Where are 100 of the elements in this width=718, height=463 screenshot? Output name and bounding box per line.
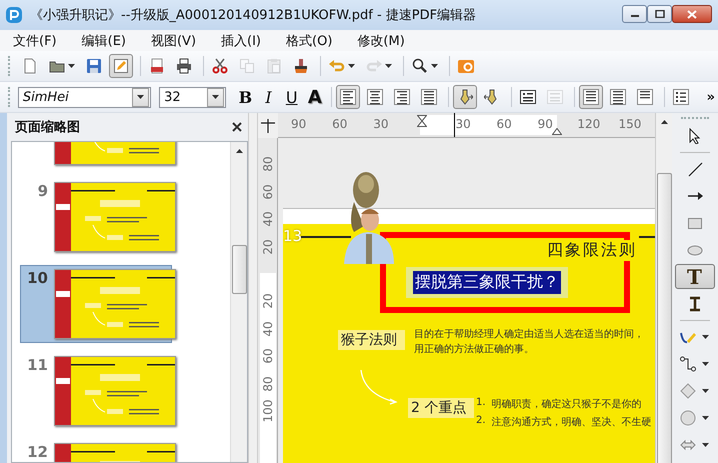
ruler-number: 30: [454, 117, 472, 131]
overflow-button[interactable]: »: [704, 88, 718, 106]
menu-item[interactable]: 修改(M): [351, 32, 412, 50]
bullet-list-icon: [672, 89, 689, 105]
line-icon: [686, 160, 702, 176]
ruler-number: 20: [261, 292, 275, 312]
paragraph-icon: [582, 89, 599, 105]
list-marker: 2.: [476, 415, 486, 428]
paragraph-icon: [610, 89, 626, 105]
curved-arrow: [359, 370, 399, 406]
magnifier-icon: [412, 58, 428, 74]
ruler-number: 60: [261, 183, 275, 202]
scroll-thumb[interactable]: [657, 173, 672, 463]
maximize-icon: [654, 10, 664, 18]
align-right-icon: [394, 89, 410, 105]
pencil-icon: [113, 58, 129, 74]
caret-icon: [431, 64, 438, 68]
scroll-thumb[interactable]: [232, 245, 247, 294]
menu-item[interactable]: 插入(I): [215, 32, 268, 50]
circle-icon: [680, 410, 696, 426]
redo-icon: [366, 58, 382, 74]
caret-icon: [348, 64, 355, 68]
caret-icon: [68, 64, 75, 68]
paragraph: 目的在于帮助经理人确定由适当人选在适当的时间，用正确的方法做正确的事。: [414, 328, 645, 357]
window-title: 《小强升职记》--升级版_A000120140912B1UKOFW.pdf - 捷速PDF编辑器: [30, 7, 478, 24]
ruler-number: 20: [261, 238, 275, 256]
ruler-number: 80: [261, 374, 275, 394]
new-page-icon: [22, 58, 38, 74]
justify-icon: [420, 89, 437, 105]
page-number: 10: [26, 269, 49, 287]
app-logo-icon: [6, 7, 22, 23]
pdf-file-icon: [149, 58, 165, 74]
ruler-number: 40: [261, 210, 275, 229]
ruler-number: 40: [261, 320, 275, 338]
list-item-text: 明确职责，确定这只猴子不是你的: [492, 398, 642, 411]
list-item-text: 注意沟通方式，明确、坚决、不生硬: [492, 416, 652, 429]
copy-icon: [239, 58, 255, 74]
caret-icon: [385, 64, 392, 68]
caret-icon: [702, 388, 709, 392]
scrollbar[interactable]: [655, 113, 672, 463]
paragraph-icon: [636, 89, 653, 105]
toolbar-button[interactable]: [578, 85, 603, 109]
caret-icon: [702, 416, 709, 420]
list-box-icon: [520, 89, 536, 105]
printer-icon: [176, 58, 192, 74]
ruler-number: 60: [496, 117, 513, 131]
connector-icon: [680, 356, 696, 372]
size-dropdown[interactable]: 32: [159, 86, 226, 108]
page-number: 11: [26, 356, 49, 374]
thumbnail-item[interactable]: 11: [20, 352, 172, 430]
list-marker: 1.: [476, 397, 486, 410]
list-box-icon: [546, 89, 563, 105]
scissors-icon: [212, 58, 228, 74]
font-dropdown[interactable]: SimHei: [18, 86, 152, 108]
close-button[interactable]: [672, 5, 712, 23]
menu-item[interactable]: 格式(O): [280, 32, 340, 50]
thumbnail-item[interactable]: 9: [20, 178, 172, 256]
underline-button[interactable]: U: [280, 85, 303, 109]
scroll-up-icon: [660, 120, 668, 124]
coin-folder-icon: [458, 58, 474, 74]
ruler-number: 30: [372, 117, 390, 131]
ruler-number: 60: [261, 348, 275, 366]
caret-icon: [212, 95, 220, 99]
scroll-up-icon: [236, 149, 242, 153]
ruler-number: 80: [261, 156, 275, 174]
ruler-number: 90: [536, 117, 554, 131]
menu-item[interactable]: 视图(V): [144, 32, 204, 50]
bold-button[interactable]: B: [234, 85, 256, 109]
maximize-button[interactable]: [647, 5, 672, 23]
minimize-button[interactable]: [622, 5, 647, 23]
page-number: 9: [36, 182, 49, 200]
close-button[interactable]: [230, 120, 244, 134]
clipboard-icon: [266, 58, 282, 74]
tool-button[interactable]: T: [674, 264, 714, 289]
diamond-icon: [680, 382, 696, 398]
scrollbar[interactable]: [230, 142, 247, 462]
ruler-number: 60: [331, 117, 348, 131]
tag-label: 猴子法则: [338, 330, 405, 350]
selected-text: 摆脱第三象限干扰？: [413, 271, 561, 294]
page-number: 12: [26, 443, 49, 461]
toolbar-button[interactable]: [452, 85, 477, 109]
crosshair-icon: [261, 118, 275, 132]
align-left-icon: [340, 89, 356, 105]
slide-number: 13: [283, 227, 302, 245]
caret-icon: [702, 334, 709, 338]
undo-icon: [329, 58, 345, 74]
close-icon: [687, 10, 697, 18]
align-center-icon: [366, 89, 383, 105]
toolbar-button[interactable]: [336, 85, 360, 109]
menu-item[interactable]: 文件(F): [7, 32, 64, 50]
thumbnail-item[interactable]: 12: [20, 439, 172, 462]
caret-icon: [137, 95, 144, 99]
brush-icon: [293, 58, 309, 74]
tag-label: 2 个重点: [408, 398, 474, 418]
italic-button[interactable]: I: [257, 85, 280, 109]
caret-icon: [702, 442, 709, 446]
text-shadow-button[interactable]: A: [304, 85, 326, 109]
menu-item[interactable]: 编辑(E): [76, 32, 133, 50]
close-icon: [232, 122, 242, 132]
caret-icon: [702, 362, 709, 366]
